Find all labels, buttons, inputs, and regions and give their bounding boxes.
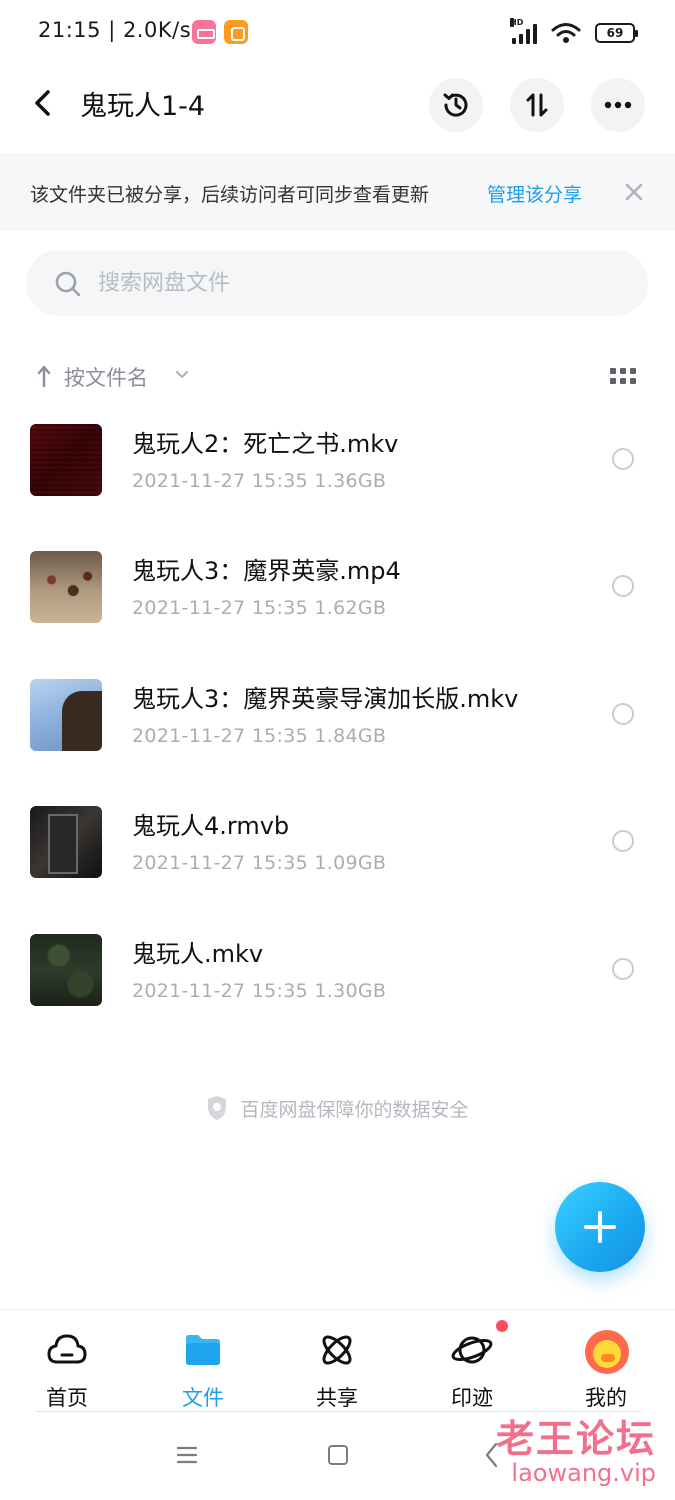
status-indicators: HD 69: [510, 18, 638, 46]
select-radio[interactable]: [612, 448, 634, 470]
select-radio[interactable]: [612, 958, 634, 980]
nav-item-share[interactable]: 共享: [282, 1310, 392, 1412]
avatar: [585, 1330, 629, 1374]
battery-icon: 69: [595, 23, 638, 43]
more-button[interactable]: [591, 78, 645, 132]
sort-by-filename[interactable]: 按文件名: [64, 362, 148, 392]
select-radio[interactable]: [612, 575, 634, 597]
file-name: 鬼玩人2：死亡之书.mkv: [132, 430, 399, 458]
search-bar[interactable]: [26, 250, 648, 316]
file-meta: 2021-11-27 15:35 1.62GB: [132, 597, 387, 619]
video-thumbnail: [30, 551, 102, 623]
video-thumbnail: [30, 934, 102, 1006]
file-name: 鬼玩人.mkv: [132, 940, 264, 968]
nav-item-trace[interactable]: 印迹: [417, 1310, 527, 1412]
security-note: 百度网盘保障你的数据安全: [0, 1092, 675, 1124]
more-dots-icon: [604, 101, 632, 109]
nav-item-files[interactable]: 文件: [148, 1310, 258, 1412]
nav-label-share: 共享: [316, 1386, 358, 1410]
sort-button[interactable]: [510, 78, 564, 132]
atom-icon: [322, 1335, 352, 1365]
nav-label-home: 首页: [46, 1386, 88, 1410]
wifi-icon: [551, 23, 581, 43]
bilibili-app-icon: [192, 20, 216, 44]
file-row[interactable]: 鬼玩人2：死亡之书.mkv 2021-11-27 15:35 1.36GB: [0, 400, 675, 528]
history-icon: [443, 93, 468, 117]
network-label: HD: [510, 18, 524, 27]
status-bar: 21:15 | 2.0K/s HD 69: [0, 0, 675, 64]
nav-item-me[interactable]: 我的: [551, 1310, 661, 1412]
menu-icon[interactable]: [176, 1446, 198, 1464]
signal-icon: HD: [510, 18, 537, 44]
bottom-nav: 首页 文件 共享 印迹 我的: [0, 1309, 675, 1411]
watermark: 老王论坛 laowang.vip: [486, 1408, 656, 1487]
file-meta: 2021-11-27 15:35 1.84GB: [132, 725, 387, 747]
nav-item-home[interactable]: 首页: [12, 1310, 122, 1412]
video-thumbnail: [30, 679, 102, 751]
file-meta: 2021-11-27 15:35 1.36GB: [132, 470, 387, 492]
file-row[interactable]: 鬼玩人3：魔界英豪导演加长版.mkv 2021-11-27 15:35 1.84…: [0, 655, 675, 783]
search-input[interactable]: [98, 250, 618, 316]
share-notice: 该文件夹已被分享，后续访问者可同步查看更新 管理该分享: [0, 153, 675, 231]
history-button[interactable]: [429, 78, 483, 132]
search-icon: [55, 271, 81, 297]
notification-dot: [496, 1320, 508, 1332]
header: 鬼玩人1-4: [0, 70, 675, 136]
video-thumbnail: [30, 806, 102, 878]
chevron-down-icon[interactable]: [174, 369, 190, 381]
page-title: 鬼玩人1-4: [80, 91, 206, 122]
share-notice-text: 该文件夹已被分享，后续访问者可同步查看更新: [30, 184, 430, 206]
battery-level: 69: [606, 26, 624, 40]
watermark-url: laowang.vip: [511, 1459, 656, 1487]
file-row[interactable]: 鬼玩人3：魔界英豪.mp4 2021-11-27 15:35 1.62GB: [0, 527, 675, 655]
watermark-title: 老王论坛: [495, 1417, 656, 1461]
file-meta: 2021-11-27 15:35 1.09GB: [132, 852, 387, 874]
file-name: 鬼玩人4.rmvb: [132, 812, 290, 840]
arrow-up-icon[interactable]: [36, 364, 52, 388]
notification-app-icon: [224, 20, 248, 44]
manage-share-link[interactable]: 管理该分享: [487, 180, 582, 207]
status-time-speed: 21:15 | 2.0K/s: [38, 18, 192, 42]
sort-bar: 按文件名: [0, 355, 675, 399]
grid-view-icon[interactable]: [610, 368, 636, 386]
cloud-icon: [47, 1334, 87, 1364]
video-thumbnail: [30, 424, 102, 496]
folder-icon: [186, 1335, 220, 1365]
back-icon[interactable]: [28, 84, 60, 122]
sort-arrows-icon: [526, 93, 548, 117]
select-radio[interactable]: [612, 703, 634, 725]
shield-icon: [208, 1096, 227, 1120]
add-button[interactable]: [555, 1182, 645, 1272]
planet-icon: [451, 1336, 493, 1364]
file-row[interactable]: 鬼玩人4.rmvb 2021-11-27 15:35 1.09GB: [0, 782, 675, 910]
file-row[interactable]: 鬼玩人.mkv 2021-11-27 15:35 1.30GB: [0, 910, 675, 1038]
file-name: 鬼玩人3：魔界英豪导演加长版.mkv: [132, 685, 519, 713]
select-radio[interactable]: [612, 830, 634, 852]
home-square-icon[interactable]: [328, 1445, 348, 1465]
nav-label-files: 文件: [182, 1386, 224, 1410]
file-meta: 2021-11-27 15:35 1.30GB: [132, 980, 387, 1002]
file-name: 鬼玩人3：魔界英豪.mp4: [132, 557, 401, 585]
close-icon[interactable]: [622, 177, 646, 207]
security-text: 百度网盘保障你的数据安全: [240, 1098, 469, 1121]
